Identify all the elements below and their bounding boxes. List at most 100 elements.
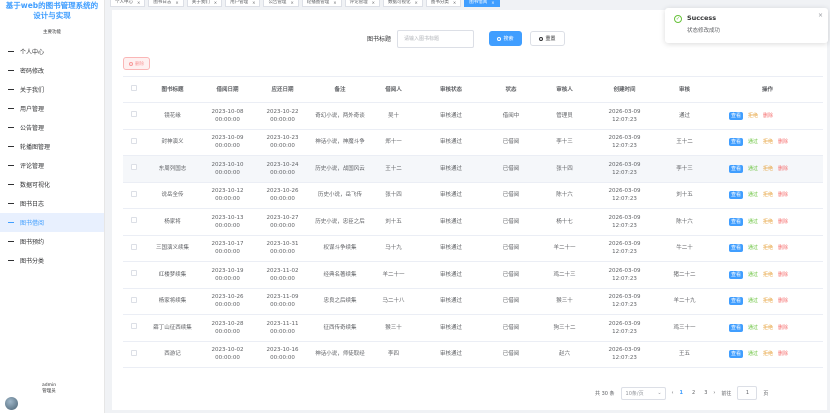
reject-button[interactable]: 拒绝 <box>763 297 773 305</box>
delete-button[interactable]: 删除 <box>778 350 788 358</box>
delete-button[interactable]: 删除 <box>778 271 788 279</box>
reject-button[interactable]: 拒绝 <box>748 112 758 120</box>
auditor: 猴三十 <box>556 298 573 305</box>
row-checkbox[interactable] <box>131 270 137 277</box>
delete-button[interactable]: 删除 <box>778 297 788 305</box>
close-icon[interactable]: × <box>453 0 456 5</box>
close-icon[interactable]: × <box>818 12 823 19</box>
delete-button[interactable]: 删除 <box>763 112 773 120</box>
tab-item[interactable]: 轮播图管理 × <box>301 0 342 7</box>
tab-item[interactable]: 用户管理 × <box>225 0 261 7</box>
view-button[interactable]: 查看 <box>729 164 744 173</box>
borrow-status: 已借阅 <box>502 324 520 331</box>
tab-item[interactable]: 评论管理 × <box>344 0 381 7</box>
sidebar-item[interactable]: 图书预约 <box>0 232 104 251</box>
row-checkbox[interactable] <box>131 217 137 224</box>
approve-button[interactable]: 通过 <box>748 218 758 226</box>
tab-item[interactable]: 图书日志 × <box>148 0 184 7</box>
reject-button[interactable]: 拒绝 <box>763 191 773 199</box>
view-button[interactable]: 查看 <box>729 323 744 332</box>
row-checkbox[interactable] <box>131 164 137 171</box>
sidebar-item[interactable]: 图书日志 <box>0 194 104 213</box>
reject-button[interactable]: 拒绝 <box>763 138 773 146</box>
close-icon[interactable]: × <box>214 0 217 5</box>
close-icon[interactable]: × <box>137 0 140 5</box>
approve-button[interactable]: 通过 <box>748 138 758 146</box>
reject-button[interactable]: 拒绝 <box>763 271 773 279</box>
page-number[interactable]: 3 <box>704 390 707 396</box>
close-icon[interactable]: × <box>175 0 178 5</box>
sidebar-item[interactable]: 图书借阅 <box>0 213 104 232</box>
view-button[interactable]: 查看 <box>729 244 744 253</box>
sidebar-item[interactable]: 图书分类 <box>0 251 104 270</box>
delete-button[interactable]: 删除 <box>778 244 788 252</box>
delete-button[interactable]: 删除 <box>778 138 788 146</box>
close-icon[interactable]: × <box>290 0 293 5</box>
reset-button[interactable]: 重置 <box>530 31 565 46</box>
approve-button[interactable]: 通过 <box>748 165 758 173</box>
next-page-button[interactable]: › <box>713 390 715 396</box>
prev-page-button[interactable]: ‹ <box>672 390 674 396</box>
close-icon[interactable]: × <box>372 0 375 5</box>
reject-button[interactable]: 拒绝 <box>763 324 773 332</box>
view-button[interactable]: 查看 <box>729 350 744 359</box>
avatar[interactable] <box>5 397 18 410</box>
tab-item[interactable]: 关于我们 × <box>186 0 223 7</box>
delete-button[interactable]: 删除 <box>778 218 788 226</box>
delete-button[interactable]: 删除 <box>778 165 788 173</box>
sidebar-item[interactable]: 个人中心 <box>0 42 104 61</box>
sidebar-item[interactable]: 轮播图管理 <box>0 137 104 156</box>
tab-item[interactable]: 图书借阅 × <box>464 0 500 7</box>
goto-page-input[interactable]: 1 <box>737 386 758 400</box>
reject-button[interactable]: 拒绝 <box>763 218 773 226</box>
close-icon[interactable]: × <box>491 0 494 5</box>
tab-item[interactable]: 图书分类 × <box>425 0 462 7</box>
view-button[interactable]: 查看 <box>729 138 744 147</box>
close-icon[interactable]: × <box>252 0 255 5</box>
auditor: 鸡二十三 <box>553 271 576 278</box>
row-checkbox[interactable] <box>131 137 137 144</box>
approve-button[interactable]: 通过 <box>748 297 758 305</box>
view-button[interactable]: 查看 <box>729 297 744 306</box>
row-checkbox[interactable] <box>131 243 137 250</box>
row-checkbox[interactable] <box>131 296 137 303</box>
view-button[interactable]: 查看 <box>729 191 744 200</box>
delete-button[interactable]: 删除 <box>778 324 788 332</box>
row-checkbox[interactable] <box>131 349 137 356</box>
view-button[interactable]: 查看 <box>729 217 744 226</box>
page-number[interactable]: 2 <box>692 390 695 396</box>
sidebar-item[interactable]: 评论管理 <box>0 156 104 175</box>
sidebar-item[interactable]: 公告管理 <box>0 118 104 137</box>
borrow-date-time: 00:00:00 <box>215 116 240 123</box>
view-button[interactable]: 查看 <box>729 111 744 120</box>
reject-button[interactable]: 拒绝 <box>763 165 773 173</box>
page-size-select[interactable]: 10条/页 ⌄ <box>620 386 666 400</box>
delete-button[interactable]: 删除 <box>778 191 788 199</box>
tab-item[interactable]: 个人中心 × <box>110 0 146 7</box>
row-checkbox[interactable] <box>131 190 137 197</box>
page-number[interactable]: 1 <box>680 390 683 396</box>
search-button[interactable]: 搜索 <box>489 31 522 46</box>
close-icon[interactable]: × <box>333 0 336 5</box>
reject-button[interactable]: 拒绝 <box>763 244 773 252</box>
sidebar-item[interactable]: 数据可视化 <box>0 175 104 194</box>
tab-item[interactable]: 数据可视化 × <box>383 0 423 7</box>
approve-button[interactable]: 通过 <box>748 271 758 279</box>
select-all-checkbox[interactable] <box>131 85 137 91</box>
row-checkbox[interactable] <box>131 111 137 118</box>
tab-item[interactable]: 公告管理 × <box>263 0 299 7</box>
approve-button[interactable]: 通过 <box>748 350 758 358</box>
sidebar-item[interactable]: 密码修改 <box>0 61 104 80</box>
sidebar-item[interactable]: 关于我们 <box>0 80 104 99</box>
close-icon[interactable]: × <box>415 0 418 5</box>
batch-delete-button[interactable]: 删除 <box>123 57 150 70</box>
row-checkbox[interactable] <box>131 323 137 330</box>
sidebar-item[interactable]: 用户管理 <box>0 99 104 118</box>
approve-button[interactable]: 通过 <box>748 244 758 252</box>
search-input[interactable] <box>397 30 474 48</box>
approve-button[interactable]: 通过 <box>748 191 758 199</box>
view-button[interactable]: 查看 <box>729 270 744 279</box>
approve-button[interactable]: 通过 <box>748 324 758 332</box>
reject-button[interactable]: 拒绝 <box>763 350 773 358</box>
nav-heading: 主要功能 <box>43 30 61 35</box>
